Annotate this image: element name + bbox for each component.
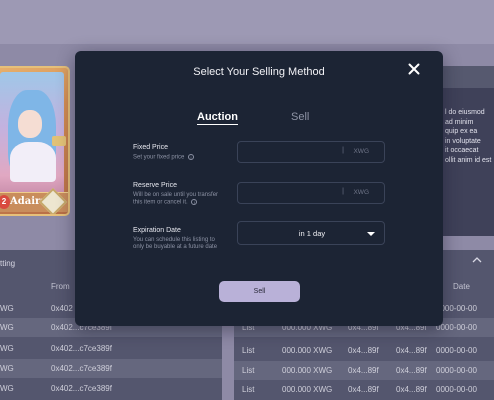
- listing-from: 0x402...c7ce389f: [51, 364, 112, 373]
- fixed-price-label: Fixed Price: [133, 144, 169, 151]
- description-line: ollit anim id est: [445, 156, 492, 164]
- listing-panel-title: tting: [0, 259, 16, 268]
- unit-separator: |: [342, 147, 344, 154]
- expiration-hint: You can schedule this listing to only be…: [133, 237, 217, 251]
- offer-to: 0x4...89f: [396, 346, 427, 355]
- card-figure-face: [18, 110, 42, 138]
- reserve-price-field[interactable]: | XWG: [237, 182, 385, 204]
- listing-price: WG: [0, 364, 14, 373]
- offer-price: 000.000 XWG: [282, 385, 333, 394]
- offer-price: 000.000 XWG: [282, 366, 333, 375]
- fixed-price-field[interactable]: | XWG: [237, 141, 385, 163]
- offer-from: 0x4...89f: [348, 366, 379, 375]
- fixed-price-input[interactable]: [244, 145, 336, 159]
- table-row: List 000.000 XWG 0x4...89f 0x4...89f 000…: [234, 380, 494, 399]
- table-row: List 000.000 XWG 0x4...89f 0x4...89f 000…: [234, 341, 494, 360]
- unit-separator: |: [342, 188, 344, 195]
- offer-to: 0x4...89f: [396, 366, 427, 375]
- close-icon[interactable]: [408, 63, 420, 75]
- offer-to: 0x4...89f: [396, 385, 427, 394]
- card-rarity-icon: [52, 136, 66, 146]
- description-line: ad minim: [445, 118, 474, 126]
- description-line: it occaecat: [445, 147, 479, 155]
- listing-from-header: From: [51, 282, 70, 291]
- description-line: l do eiusmod: [445, 109, 485, 116]
- offer-date: 0000-00-00: [436, 323, 477, 332]
- offer-type: List: [242, 385, 255, 394]
- expiration-hint-line: only be buyable at a future date: [133, 244, 218, 250]
- listing-price: WG: [0, 344, 14, 353]
- offer-type: List: [242, 346, 255, 355]
- selling-method-modal: Select Your Selling Method Auction Sell …: [75, 51, 443, 326]
- description-line: in voluptate: [445, 137, 481, 145]
- fixed-price-hint: Set your fixed price i: [133, 154, 195, 162]
- reserve-price-hint: Will be on sale until you transfer this …: [133, 192, 218, 207]
- chevron-up-icon[interactable]: [472, 255, 482, 265]
- listing-price: WG: [0, 304, 14, 313]
- offer-date: 0000-00-00: [436, 346, 477, 355]
- expiration-selected-value: in 1 day: [298, 229, 326, 238]
- fixed-price-hint-text: Set your fixed price: [133, 154, 185, 161]
- offers-date-header: Date: [453, 282, 470, 291]
- listing-from: 0x402: [51, 304, 73, 313]
- chevron-down-icon: [367, 232, 375, 236]
- table-row: List 000.000 XWG 0x4...89f 0x4...89f 000…: [234, 361, 494, 380]
- info-icon[interactable]: i: [188, 154, 195, 160]
- expiration-select[interactable]: in 1 day: [237, 221, 385, 245]
- tab-auction[interactable]: Auction: [197, 111, 238, 125]
- listing-price: WG: [0, 323, 14, 332]
- expiration-hint-line: You can schedule this listing to: [133, 237, 215, 243]
- table-row: WG 0x402...c7ce389f: [0, 339, 222, 358]
- fixed-price-unit: XWG: [353, 148, 369, 155]
- info-icon[interactable]: i: [191, 199, 198, 205]
- reserve-price-hint-line: Will be on sale until you transfer: [133, 192, 219, 198]
- offer-price: 000.000 XWG: [282, 346, 333, 355]
- table-row: WG 0x402...c7ce389f: [0, 359, 222, 378]
- listing-price: WG: [0, 384, 14, 393]
- offer-date: 0000-00-00: [436, 385, 477, 394]
- offer-from: 0x4...89f: [348, 346, 379, 355]
- offer-date: 0000-00-00: [436, 366, 477, 375]
- card-figure-dress: [10, 142, 56, 182]
- tab-sell[interactable]: Sell: [291, 111, 309, 123]
- listing-from: 0x402...c7ce389f: [51, 344, 112, 353]
- description-text: l do eiusmod ad minim quip ex ea in volu…: [445, 108, 494, 166]
- modal-title: Select Your Selling Method: [193, 66, 325, 78]
- sell-button[interactable]: Sell: [219, 281, 300, 302]
- page-header: [0, 0, 494, 44]
- reserve-price-unit: XWG: [353, 189, 369, 196]
- offer-type: List: [242, 366, 255, 375]
- reserve-price-input[interactable]: [244, 186, 336, 200]
- reserve-price-hint-line: this item or cancel it. i: [133, 199, 218, 207]
- offer-from: 0x4...89f: [348, 385, 379, 394]
- table-row: WG 0x402...c7ce389f: [0, 379, 222, 398]
- reserve-price-label: Reserve Price: [133, 182, 177, 189]
- description-line: quip ex ea: [445, 128, 478, 136]
- nft-card-image: 2 Adaira: [0, 66, 70, 216]
- listing-from: 0x402...c7ce389f: [51, 384, 112, 393]
- expiration-label: Expiration Date: [133, 227, 181, 234]
